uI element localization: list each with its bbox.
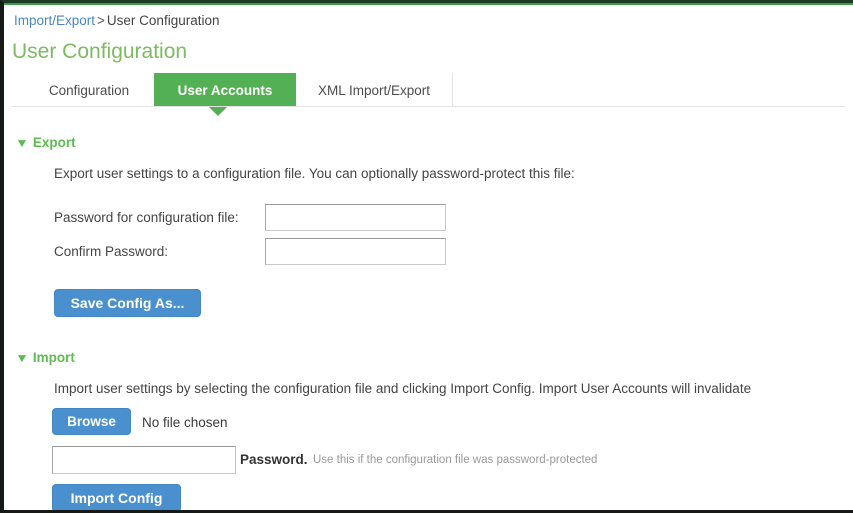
save-config-as-button[interactable]: Save Config As... <box>54 289 201 317</box>
section-header-export[interactable]: ▼ Export <box>16 135 76 150</box>
breadcrumb-separator: > <box>95 13 107 28</box>
breadcrumb-current: User Configuration <box>107 13 220 28</box>
browse-button[interactable]: Browse <box>52 408 131 435</box>
page-title: User Configuration <box>12 38 187 65</box>
active-tab-arrow-icon <box>209 107 227 116</box>
section-header-import[interactable]: ▼ Import <box>16 350 75 365</box>
export-password-input[interactable] <box>265 204 446 231</box>
import-password-label: Password. <box>240 452 308 467</box>
import-description: Import user settings by selecting the co… <box>54 380 751 398</box>
confirm-password-input[interactable] <box>265 238 446 265</box>
chevron-down-icon: ▼ <box>15 351 29 365</box>
tab-divider <box>452 73 453 106</box>
label-confirm-password: Confirm Password: <box>54 244 168 259</box>
export-description: Export user settings to a configuration … <box>54 165 575 183</box>
breadcrumb: Import/Export>User Configuration <box>14 12 219 30</box>
page-content: Import/Export>User Configuration User Co… <box>4 5 853 510</box>
breadcrumb-link-import-export[interactable]: Import/Export <box>14 13 95 28</box>
file-status-text: No file chosen <box>142 415 228 430</box>
tab-xml-import-export[interactable]: XML Import/Export <box>296 73 452 107</box>
section-header-import-label: Import <box>33 350 75 365</box>
section-header-export-label: Export <box>33 135 76 150</box>
tab-user-accounts[interactable]: User Accounts <box>154 73 296 107</box>
label-export-password: Password for configuration file: <box>54 210 239 225</box>
tab-underline <box>12 106 845 107</box>
application-window: Import/Export>User Configuration User Co… <box>0 0 853 513</box>
import-config-button[interactable]: Import Config <box>52 484 181 510</box>
tab-configuration[interactable]: Configuration <box>24 73 154 107</box>
tab-bar: Configuration User Accounts XML Import/E… <box>12 73 853 107</box>
import-password-input[interactable] <box>52 446 236 474</box>
chevron-down-icon: ▼ <box>15 136 29 150</box>
import-password-hint: Use this if the configuration file was p… <box>313 454 597 466</box>
